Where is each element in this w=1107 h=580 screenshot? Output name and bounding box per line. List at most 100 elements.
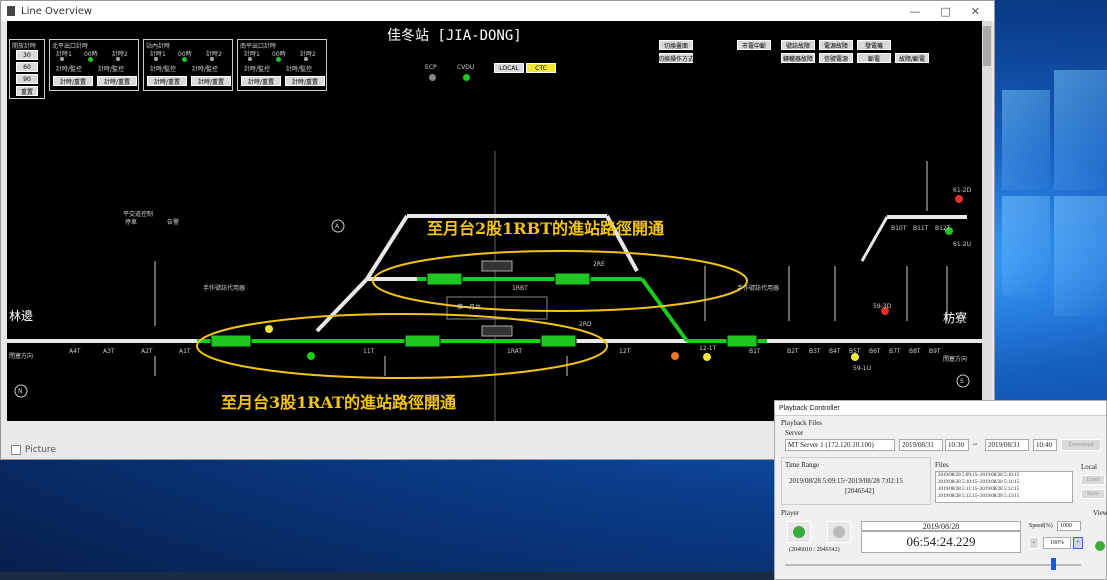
track-route-upper-diag bbox=[640, 277, 689, 343]
platform-lower bbox=[481, 325, 513, 337]
date-to-field[interactable]: 2019/08/31 bbox=[985, 439, 1029, 451]
app-icon bbox=[7, 6, 15, 16]
route-box-4 bbox=[426, 272, 463, 286]
track-label: 1RAT bbox=[507, 348, 523, 355]
files-list[interactable]: 2019/08/28 5:09:15~2019/08/28 5:10:15 20… bbox=[935, 471, 1073, 503]
track-label: A1T bbox=[179, 348, 191, 355]
playback-date-field: 2019/08/28 bbox=[861, 521, 1021, 531]
track-right-diag bbox=[860, 216, 889, 262]
save-button[interactable]: Save bbox=[1081, 489, 1105, 499]
station-left-label: 林邊 bbox=[9, 309, 34, 323]
time-from-field[interactable]: 10:30 bbox=[945, 439, 969, 451]
playback-time-field: 06:54:24.229 bbox=[861, 531, 1021, 553]
track-label: B4T bbox=[829, 348, 841, 355]
crossing-stop-label: 停車 bbox=[125, 219, 138, 226]
route-box-2 bbox=[404, 334, 441, 348]
direction-left-label: 閉塞方向 bbox=[9, 353, 34, 360]
track-label: B6T bbox=[869, 348, 881, 355]
station-right-label: 枋寮 bbox=[943, 311, 968, 325]
hand-switch-left-label: 手作號誌代用器 bbox=[203, 285, 246, 292]
file-item[interactable]: 2019/08/28 5:09:15~2019/08/28 5:10:15 bbox=[938, 472, 1019, 479]
signal-yellow-left bbox=[265, 325, 273, 333]
line-overview-window: Line Overview — □ ✕ 佳冬站 [JIA-DONG] 開放計時 … bbox=[0, 0, 995, 460]
signal-label: 2RD bbox=[579, 321, 592, 328]
window-title: Line Overview bbox=[21, 5, 93, 17]
plus-button[interactable]: + bbox=[1073, 537, 1083, 549]
speed-select[interactable]: 1000 bbox=[1057, 521, 1081, 531]
windows-logo-pane-bl bbox=[1002, 196, 1050, 296]
track-diag-1 bbox=[315, 277, 369, 333]
time-range-label: Time Range bbox=[785, 461, 820, 469]
track-label-upper: B12T bbox=[935, 225, 951, 232]
windows-logo-pane-tl bbox=[1002, 90, 1050, 190]
stop-icon bbox=[833, 526, 845, 538]
minus-button[interactable]: - bbox=[1029, 537, 1039, 549]
minimize-icon[interactable]: — bbox=[909, 5, 920, 18]
route-box-3 bbox=[540, 334, 577, 348]
signal-label: 12-1T bbox=[699, 345, 717, 352]
signal-label: 59-1U bbox=[853, 365, 872, 372]
track-diagram-panel: 佳冬站 [JIA-DONG] 開放計時 30 60 90 重置 北平出口計時 計時… bbox=[7, 21, 983, 421]
maximize-icon[interactable]: □ bbox=[940, 5, 950, 18]
track-label-upper: B10T bbox=[891, 225, 907, 232]
track-label-upper: 1RBT bbox=[512, 285, 528, 292]
circle-s-label: S bbox=[960, 378, 964, 385]
frame-counter: (2046010 / 2046542) bbox=[789, 547, 840, 553]
server-label: Server bbox=[785, 429, 804, 437]
zoom-field[interactable]: 100% bbox=[1043, 537, 1071, 549]
close-icon[interactable]: ✕ bbox=[971, 5, 980, 18]
signal-label: 59-3D bbox=[873, 303, 892, 310]
track-label: B1T bbox=[749, 348, 761, 355]
playback-titlebar: Playback Controller bbox=[775, 401, 1106, 416]
stop-button[interactable] bbox=[827, 521, 851, 543]
track-label: B5T bbox=[849, 348, 861, 355]
signal-label: 61-2U bbox=[953, 241, 972, 248]
track-label: 11T bbox=[363, 348, 375, 355]
signal-green-lower bbox=[307, 352, 315, 360]
date-from-field[interactable]: 2019/08/31 bbox=[899, 439, 943, 451]
crossing-warn-label: 告警 bbox=[167, 219, 180, 226]
file-item[interactable]: 2019/08/28 5:11:15~2019/08/28 5:12:15 bbox=[938, 486, 1019, 493]
view-indicator-icon[interactable] bbox=[1095, 541, 1105, 551]
track-label: B7T bbox=[889, 348, 901, 355]
route-box-5 bbox=[554, 272, 591, 286]
server-select[interactable]: MT Server 1 (172.120.10.100) bbox=[785, 439, 895, 451]
track-label: B9T bbox=[929, 348, 941, 355]
taskbar bbox=[0, 572, 774, 580]
track-label-upper: B11T bbox=[913, 225, 929, 232]
checkbox-box[interactable] bbox=[11, 445, 21, 455]
scroll-thumb[interactable] bbox=[983, 26, 991, 66]
route-annotation-upper: 至月台2股1RBT的進站路徑開通 bbox=[427, 219, 664, 238]
track-label: A3T bbox=[103, 348, 115, 355]
track-label: A2T bbox=[141, 348, 153, 355]
route-annotation-lower: 至月台3股1RAT的進站路徑開通 bbox=[221, 393, 457, 412]
signal-orange bbox=[671, 352, 679, 360]
range-tilde: ~ bbox=[973, 440, 978, 449]
load-button[interactable]: Load bbox=[1081, 475, 1105, 485]
signal-yellow-right bbox=[703, 353, 711, 361]
signal-label: 2RE bbox=[593, 261, 605, 268]
time-to-field[interactable]: 10:40 bbox=[1033, 439, 1057, 451]
track-label: 12T bbox=[619, 348, 631, 355]
playback-slider[interactable] bbox=[785, 564, 1081, 566]
window-titlebar: Line Overview — □ ✕ bbox=[1, 1, 994, 21]
file-item[interactable]: 2019/08/28 5:10:15~2019/08/28 5:11:15 bbox=[938, 479, 1019, 486]
vertical-scrollbar[interactable] bbox=[982, 21, 992, 421]
file-item[interactable]: 2019/08/28 5:12:15~2019/08/28 5:13:15 bbox=[938, 493, 1019, 500]
download-button[interactable]: Download bbox=[1061, 439, 1101, 451]
windows-logo-pane-tr bbox=[1054, 70, 1107, 190]
playback-slider-thumb[interactable] bbox=[1051, 558, 1056, 570]
play-button[interactable] bbox=[787, 521, 811, 543]
playback-files-label: Playback Files bbox=[781, 419, 823, 427]
play-icon bbox=[793, 526, 805, 538]
signal-red-right-top bbox=[955, 195, 963, 203]
windows-logo-pane-br bbox=[1054, 196, 1107, 316]
picture-checkbox[interactable]: Picture bbox=[11, 445, 56, 455]
track-label: A4T bbox=[69, 348, 81, 355]
files-label: Files bbox=[935, 461, 949, 469]
picture-checkbox-label: Picture bbox=[25, 445, 56, 455]
signal-label: 61-2D bbox=[953, 187, 972, 194]
track-label: B2T bbox=[787, 348, 799, 355]
platform-label: 第一月台 bbox=[457, 304, 482, 311]
view-label: View bbox=[1093, 509, 1107, 517]
